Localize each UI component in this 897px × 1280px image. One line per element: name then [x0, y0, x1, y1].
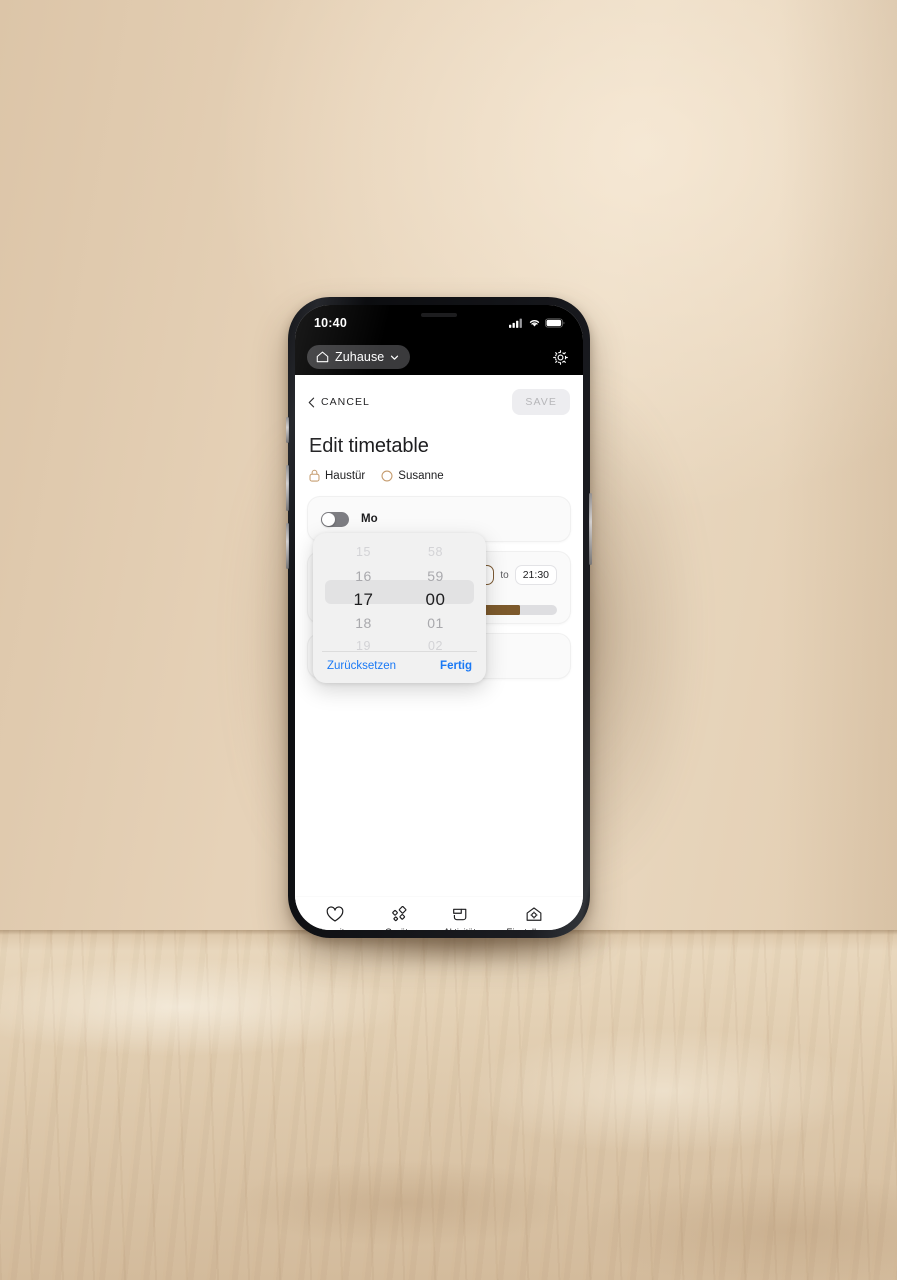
tab-favoriten-label: Favoriten [316, 927, 354, 930]
tab-einstellungen-label: Einstellungen [506, 927, 561, 930]
tab-geraete[interactable]: Geräte [385, 906, 413, 930]
time-picker-popover: 15 16 17 18 19 58 59 00 01 02 Zurücksetz… [313, 533, 486, 683]
minute-wheel[interactable]: 58 59 00 01 02 [417, 541, 455, 653]
wifi-icon [529, 320, 540, 327]
settings-button[interactable] [552, 349, 569, 366]
lock-icon [309, 469, 320, 482]
wall-right-edge-gradient [777, 0, 897, 935]
toggle-knob [322, 512, 335, 526]
hour-wheel[interactable]: 15 16 17 18 19 [345, 541, 383, 653]
minute-option[interactable]: 02 [428, 635, 443, 659]
four-diamonds-icon [392, 906, 407, 922]
chevron-left-icon [308, 397, 315, 407]
tab-geraete-label: Geräte [385, 927, 413, 930]
page-title: Edit timetable [309, 435, 429, 457]
smartphone-device: 10:40 Zuhause CANCEL SAVE Edit timetable… [286, 297, 592, 938]
signal-bars-icon [509, 318, 522, 328]
filter-chip-haustuer-label: Haustür [325, 469, 366, 482]
phone-wall-shadow [556, 300, 786, 960]
phone-contact-shadow [250, 930, 670, 1000]
time-range-separator: to [500, 569, 509, 581]
app-header: Zuhause [295, 339, 583, 375]
tab-aktivitaet[interactable]: Aktivität [444, 906, 476, 930]
earpiece-speaker [421, 313, 457, 317]
hour-option[interactable]: 15 [356, 541, 371, 565]
filter-chips: Haustür Susanne [309, 469, 571, 482]
house-gear-icon [526, 907, 542, 921]
volume-up-button[interactable] [286, 465, 289, 511]
hour-option[interactable]: 18 [355, 612, 372, 636]
display-notch [387, 305, 491, 330]
edit-toolbar: CANCEL SAVE [307, 375, 571, 415]
photo-scene: 10:40 Zuhause CANCEL SAVE Edit timetable… [0, 0, 897, 1280]
hour-option-selected[interactable]: 17 [354, 588, 374, 612]
day-toggle-mo[interactable] [321, 511, 349, 527]
bottom-tab-bar: Favoriten Geräte [295, 896, 583, 930]
filter-chip-haustuer[interactable]: Haustür [309, 469, 365, 482]
save-button[interactable]: SAVE [512, 389, 570, 415]
minute-option[interactable]: 01 [427, 612, 444, 636]
tab-favoriten[interactable]: Favoriten [316, 906, 355, 930]
filter-chip-susanne-label: Susanne [398, 469, 444, 482]
picker-reset-button[interactable]: Zurücksetzen [327, 660, 396, 672]
picker-done-button[interactable]: Fertig [440, 660, 472, 672]
minute-option-selected[interactable]: 00 [426, 588, 446, 612]
gear-icon [553, 349, 568, 365]
chevron-down-icon [391, 355, 399, 360]
tab-aktivitaet-label: Aktivität [444, 927, 476, 930]
status-time: 10:40 [314, 316, 347, 330]
status-bar: 10:40 [295, 305, 583, 339]
phone-screen: 10:40 Zuhause CANCEL SAVE Edit timetable… [295, 305, 583, 930]
home-selector-button[interactable]: Zuhause [307, 345, 411, 369]
minute-option[interactable]: 59 [427, 565, 444, 589]
picker-actions: Zurücksetzen Fertig [313, 652, 486, 683]
end-time-chip[interactable]: 21:30 [514, 565, 557, 585]
screen-content: CANCEL SAVE Edit timetable Haustür Susan… [295, 375, 583, 896]
home-selector-label: Zuhause [335, 350, 385, 364]
battery-icon [545, 318, 565, 328]
circle-outline-icon [381, 469, 393, 482]
hour-option[interactable]: 19 [356, 635, 371, 659]
house-icon [316, 351, 329, 363]
filter-chip-susanne[interactable]: Susanne [381, 469, 444, 482]
power-button[interactable] [589, 493, 592, 565]
activity-shape-icon [452, 908, 467, 921]
tab-einstellungen[interactable]: Einstellungen [506, 906, 562, 930]
minute-option[interactable]: 58 [428, 541, 443, 565]
time-picker-wheels: 15 16 17 18 19 58 59 00 01 02 [313, 533, 486, 653]
heart-icon [327, 906, 344, 922]
hour-option[interactable]: 16 [355, 565, 372, 589]
status-icons [509, 318, 565, 328]
cancel-button[interactable]: CANCEL [308, 396, 370, 408]
cancel-button-label: CANCEL [321, 396, 370, 408]
mute-switch[interactable] [286, 417, 289, 443]
volume-down-button[interactable] [286, 523, 289, 569]
day-label-mo: Mo [361, 513, 378, 525]
